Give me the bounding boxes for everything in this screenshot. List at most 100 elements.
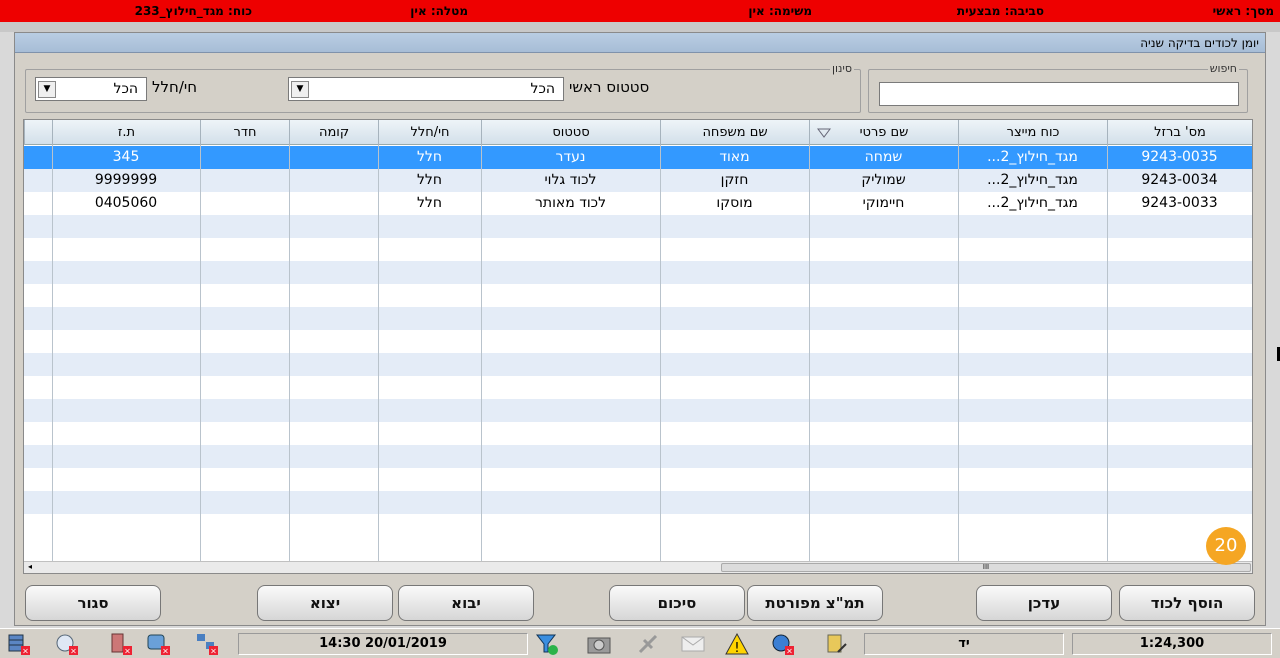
cell-alive-dead: חלל xyxy=(416,195,443,211)
svg-text:×: × xyxy=(210,647,217,656)
close-button[interactable]: סגור xyxy=(25,585,161,621)
chevron-down-icon[interactable]: ▼ xyxy=(38,81,56,98)
svg-text:×: × xyxy=(786,647,793,656)
count-badge: 20 xyxy=(1206,527,1246,565)
database-disconnected-icon[interactable]: × xyxy=(6,632,32,656)
wifi-disconnected-icon[interactable]: × xyxy=(146,632,172,656)
chevron-down-icon[interactable]: ▼ xyxy=(291,81,309,98)
empty-row[interactable] xyxy=(24,468,1252,491)
empty-row[interactable] xyxy=(24,284,1252,307)
column-header-first-name[interactable]: שם פרטי xyxy=(809,120,958,145)
cell-status: לכוד מאותר xyxy=(534,195,607,211)
cell-id-number: 9999999 xyxy=(94,172,158,188)
empty-row[interactable] xyxy=(24,491,1252,514)
column-divider xyxy=(958,145,959,561)
cell-floor xyxy=(289,192,378,215)
cell-iron-number: 9243-0033 xyxy=(1141,195,1218,211)
empty-row[interactable] xyxy=(24,422,1252,445)
server-disconnected-icon[interactable]: × xyxy=(108,632,134,656)
search-input[interactable] xyxy=(879,82,1239,106)
internet-disconnected-icon[interactable]: × xyxy=(770,632,796,656)
cell-producing-force: מגד_חילוץ_2... xyxy=(987,172,1078,188)
alive-dead-value: הכל xyxy=(113,81,138,97)
scroll-left-icon[interactable]: ◂ xyxy=(28,562,32,571)
main-status-value: הכל xyxy=(530,81,555,97)
column-header-producing-force[interactable]: כוח מייצר xyxy=(958,120,1107,145)
add-trapped-button[interactable]: הוסף לכוד xyxy=(1119,585,1255,621)
update-button[interactable]: עדכן xyxy=(976,585,1112,621)
cell-last-name: מאוד xyxy=(719,149,750,165)
table-row[interactable]: 9243-0033 מגד_חילוץ_2... חיימוקי מוסקו לכוד … xyxy=(24,192,1252,215)
empty-row[interactable] xyxy=(24,330,1252,353)
cell-producing-force: מגד_חילוץ_2... xyxy=(987,149,1078,165)
datetime-display: 20/01/2019 14:30 xyxy=(238,633,528,655)
column-header-last-name[interactable]: שם משפחה xyxy=(660,120,809,145)
empty-row[interactable] xyxy=(24,399,1252,422)
column-header-alive-dead[interactable]: חי/חלל xyxy=(378,120,481,145)
empty-row[interactable] xyxy=(24,307,1252,330)
mail-icon[interactable] xyxy=(680,632,706,656)
horizontal-scrollbar[interactable]: ◂ III xyxy=(24,561,1252,573)
cell-room xyxy=(200,146,289,169)
svg-text:×: × xyxy=(22,647,29,656)
filter-icon[interactable] xyxy=(534,632,560,656)
cell-last-name: חזקן xyxy=(720,172,749,188)
svg-text:!: ! xyxy=(734,641,739,656)
column-header-floor[interactable]: קומה xyxy=(289,120,378,145)
empty-row[interactable] xyxy=(24,215,1252,238)
satellite-icon[interactable] xyxy=(636,632,662,656)
empty-row[interactable] xyxy=(24,376,1252,399)
summary-button[interactable]: סיכום xyxy=(609,585,745,621)
column-header-status[interactable]: סטטוס xyxy=(481,120,660,145)
export-button[interactable]: יצוא xyxy=(257,585,393,621)
table-row[interactable]: 9243-0035 מגד_חילוץ_2... שמחה מאוד נעדר חלל 34… xyxy=(24,146,1252,169)
trapped-table[interactable]: מס' ברזל כוח מייצר שם פרטי שם משפחה סטטוס חי/… xyxy=(23,119,1253,574)
main-status-label: סטטוס ראשי xyxy=(569,78,650,96)
database-edit-icon[interactable] xyxy=(824,632,850,656)
cell-last-name: מוסקו xyxy=(716,195,753,211)
globe-disconnected-icon[interactable]: × xyxy=(54,632,80,656)
window-title-bar: יומן לכודים בדיקה שניה xyxy=(15,33,1265,53)
sort-indicator-icon[interactable] xyxy=(817,128,831,138)
cell-status: לכוד גלוי xyxy=(544,172,597,188)
empty-row[interactable] xyxy=(24,514,1252,537)
table-header: מס' ברזל כוח מייצר שם פרטי שם משפחה סטטוס חי/… xyxy=(24,120,1252,145)
main-status-select[interactable]: הכל ▼ xyxy=(288,77,564,101)
scrollbar-thumb[interactable]: III xyxy=(721,563,1251,572)
import-button[interactable]: יבוא xyxy=(398,585,534,621)
column-header-id-number[interactable]: ת.ז xyxy=(52,120,200,145)
cell-room xyxy=(200,192,289,215)
column-divider xyxy=(378,145,379,561)
cell-iron-number: 9243-0035 xyxy=(1141,149,1218,165)
status-screen: מסך: ראשי xyxy=(1212,4,1274,18)
trapped-log-window: יומן לכודים בדיקה שניה חיפוש סינון סטטוס… xyxy=(14,32,1266,626)
empty-row[interactable] xyxy=(24,353,1252,376)
search-group: חיפוש xyxy=(868,62,1248,113)
alive-dead-label: חי/חלל xyxy=(152,78,198,96)
column-header-iron-number[interactable]: מס' ברזל xyxy=(1107,120,1252,145)
status-environment: סביבה: מבצעית xyxy=(956,4,1044,18)
warning-icon[interactable]: ! xyxy=(724,632,750,656)
empty-row[interactable] xyxy=(24,445,1252,468)
cell-iron-number: 9243-0034 xyxy=(1141,172,1218,188)
column-header-room[interactable]: חדר xyxy=(200,120,289,145)
cell-first-name: שמחה xyxy=(864,149,903,165)
alive-dead-select[interactable]: הכל ▼ xyxy=(35,77,147,101)
column-divider xyxy=(289,145,290,561)
cell-floor xyxy=(289,146,378,169)
svg-text:×: × xyxy=(162,647,169,656)
camera-icon[interactable] xyxy=(586,632,612,656)
filter-group-label: סינון xyxy=(830,62,854,75)
empty-row[interactable] xyxy=(24,261,1252,284)
cell-first-name: חיימוקי xyxy=(862,195,905,211)
column-divider xyxy=(52,145,53,561)
network-disconnected-icon[interactable]: × xyxy=(194,632,220,656)
cell-first-name: שמוליק xyxy=(861,172,906,188)
column-divider xyxy=(1107,145,1108,561)
window-title: יומן לכודים בדיקה שניה xyxy=(1140,36,1259,50)
table-row[interactable]: 9243-0034 מגד_חילוץ_2... שמוליק חזקן לכוד גל… xyxy=(24,169,1252,192)
cell-alive-dead: חלל xyxy=(416,172,443,188)
empty-row[interactable] xyxy=(24,238,1252,261)
detailed-picture-button[interactable]: תמ"צ מפורטת xyxy=(747,585,883,621)
column-divider xyxy=(481,145,482,561)
